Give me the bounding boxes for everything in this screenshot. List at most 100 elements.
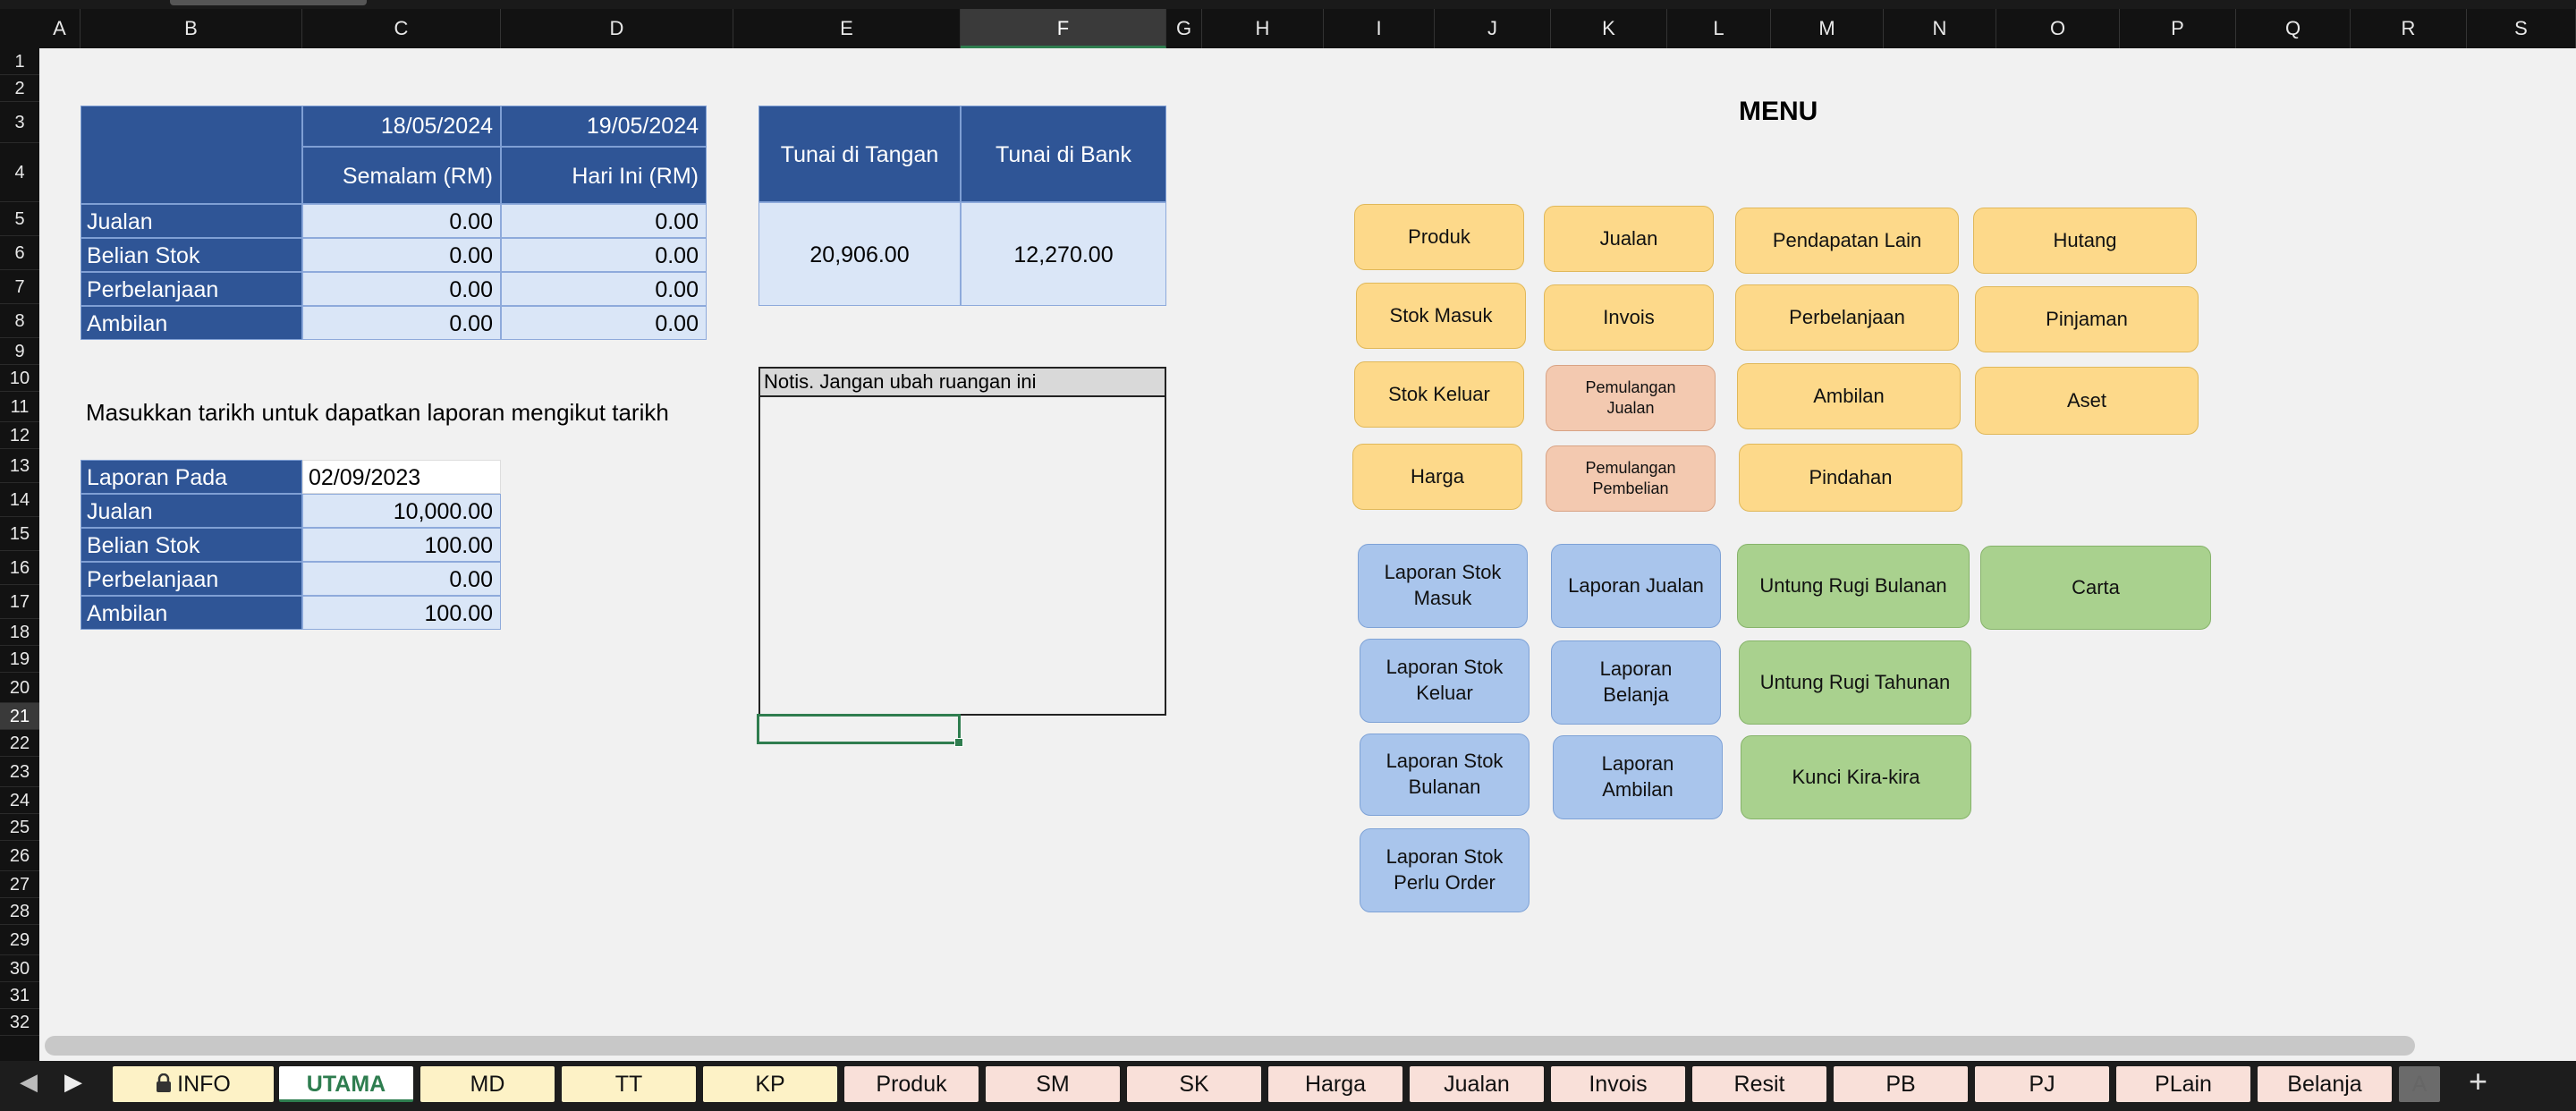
cash-hand-header[interactable]: Tunai di Tangan [758, 106, 961, 202]
summary-date1[interactable]: 18/05/2024 [302, 106, 501, 147]
untung-rugi-tahunan-button[interactable]: Untung Rugi Tahunan [1739, 640, 1971, 725]
column-header-i[interactable]: I [1324, 9, 1435, 48]
report-value[interactable]: 100.00 [302, 528, 501, 562]
summary-label[interactable]: Perbelanjaan [80, 272, 302, 306]
column-header-a[interactable]: A [39, 9, 80, 48]
next-sheet-icon[interactable]: ▶ [64, 1068, 82, 1096]
row-header-7[interactable]: 7 [0, 270, 39, 304]
row-header-27[interactable]: 27 [0, 871, 39, 898]
laporan-stok-masuk-button[interactable]: Laporan Stok Masuk [1358, 544, 1528, 628]
tab-info[interactable]: INFO [113, 1066, 274, 1102]
row-header-2[interactable]: 2 [0, 75, 39, 102]
column-header-e[interactable]: E [733, 9, 961, 48]
report-label[interactable]: Ambilan [80, 596, 302, 630]
tab-pb[interactable]: PB [1834, 1066, 1968, 1102]
summary-header-blank[interactable] [80, 106, 302, 204]
perbelanjaan-button[interactable]: Perbelanjaan [1735, 284, 1959, 351]
fill-handle[interactable] [954, 738, 963, 747]
report-date-input[interactable]: 02/09/2023 [302, 460, 501, 494]
row-header-10[interactable]: 10 [0, 365, 39, 392]
ambilan-button[interactable]: Ambilan [1737, 363, 1961, 429]
untung-rugi-bulanan-button[interactable]: Untung Rugi Bulanan [1737, 544, 1970, 628]
add-sheet-icon[interactable]: + [2469, 1063, 2487, 1100]
row-header-29[interactable]: 29 [0, 925, 39, 955]
summary-label[interactable]: Jualan [80, 204, 302, 238]
report-date-label[interactable]: Laporan Pada [80, 460, 302, 494]
instruction-text[interactable]: Masukkan tarikh untuk dapatkan laporan m… [86, 399, 669, 427]
row-header-19[interactable]: 19 [0, 646, 39, 673]
pemulangan-jualan-button[interactable]: Pemulangan Jualan [1546, 365, 1716, 431]
summary-label[interactable]: Ambilan [80, 306, 302, 340]
harga-button[interactable]: Harga [1352, 444, 1522, 510]
stok-masuk-button[interactable]: Stok Masuk [1356, 283, 1526, 349]
kunci-kira-kira-button[interactable]: Kunci Kira-kira [1741, 735, 1971, 819]
column-header-f[interactable]: F [961, 9, 1166, 48]
summary-col2-header[interactable]: Hari Ini (RM) [501, 147, 707, 204]
laporan-ambilan-button[interactable]: Laporan Ambilan [1553, 735, 1723, 819]
horizontal-scrollbar[interactable] [45, 1036, 2415, 1056]
summary-value[interactable]: 0.00 [501, 204, 707, 238]
summary-value[interactable]: 0.00 [501, 272, 707, 306]
row-header-12[interactable]: 12 [0, 422, 39, 449]
jualan-button[interactable]: Jualan [1544, 206, 1714, 272]
laporan-jualan-button[interactable]: Laporan Jualan [1551, 544, 1721, 628]
column-header-s[interactable]: S [2467, 9, 2576, 48]
laporan-stok-bulanan-button[interactable]: Laporan Stok Bulanan [1360, 734, 1530, 816]
hutang-button[interactable]: Hutang [1973, 208, 2197, 274]
tab-invois[interactable]: Invois [1551, 1066, 1685, 1102]
row-header-5[interactable]: 5 [0, 202, 39, 236]
column-header-n[interactable]: N [1884, 9, 1996, 48]
tab-plain[interactable]: PLain [2116, 1066, 2250, 1102]
summary-col1-header[interactable]: Semalam (RM) [302, 147, 501, 204]
row-header-25[interactable]: 25 [0, 814, 39, 841]
pemulangan-pembelian-button[interactable]: Pemulangan Pembelian [1546, 445, 1716, 512]
row-header-4[interactable]: 4 [0, 143, 39, 202]
summary-date2[interactable]: 19/05/2024 [501, 106, 707, 147]
row-header-22[interactable]: 22 [0, 730, 39, 757]
row-header-9[interactable]: 9 [0, 338, 39, 365]
column-header-p[interactable]: P [2120, 9, 2236, 48]
row-header-18[interactable]: 18 [0, 619, 39, 646]
pindahan-button[interactable]: Pindahan [1739, 444, 1962, 512]
row-header-31[interactable]: 31 [0, 982, 39, 1009]
tab-tt[interactable]: TT [562, 1066, 696, 1102]
column-header-r[interactable]: R [2351, 9, 2467, 48]
row-header-11[interactable]: 11 [0, 392, 39, 422]
laporan-belanja-button[interactable]: Laporan Belanja [1551, 640, 1721, 725]
pendapatan-lain-button[interactable]: Pendapatan Lain [1735, 208, 1959, 274]
row-header-24[interactable]: 24 [0, 787, 39, 814]
row-header-13[interactable]: 13 [0, 449, 39, 483]
tab-jualan[interactable]: Jualan [1410, 1066, 1544, 1102]
row-header-28[interactable]: 28 [0, 898, 39, 925]
summary-value[interactable]: 0.00 [302, 272, 501, 306]
column-header-h[interactable]: H [1202, 9, 1324, 48]
row-header-17[interactable]: 17 [0, 585, 39, 619]
cash-bank-header[interactable]: Tunai di Bank [961, 106, 1166, 202]
tab-belanja[interactable]: Belanja [2258, 1066, 2392, 1102]
column-header-c[interactable]: C [302, 9, 501, 48]
invois-button[interactable]: Invois [1544, 284, 1714, 351]
pinjaman-button[interactable]: Pinjaman [1975, 286, 2199, 352]
report-label[interactable]: Perbelanjaan [80, 562, 302, 596]
cash-bank-value[interactable]: 12,270.00 [961, 202, 1166, 306]
column-header-g[interactable]: G [1166, 9, 1202, 48]
row-header-8[interactable]: 8 [0, 304, 39, 338]
notice-header[interactable]: Notis. Jangan ubah ruangan ini [760, 369, 1165, 397]
summary-value[interactable]: 0.00 [302, 306, 501, 340]
carta-button[interactable]: Carta [1980, 546, 2211, 630]
row-header-3[interactable]: 3 [0, 102, 39, 143]
stok-keluar-button[interactable]: Stok Keluar [1354, 361, 1524, 428]
tab-sm[interactable]: SM [986, 1066, 1120, 1102]
tab-pj[interactable]: PJ [1975, 1066, 2109, 1102]
row-header-16[interactable]: 16 [0, 551, 39, 585]
row-header-32[interactable]: 32 [0, 1009, 39, 1036]
tab-sk[interactable]: SK [1127, 1066, 1261, 1102]
tab-partial[interactable]: A [2399, 1066, 2440, 1102]
report-value[interactable]: 10,000.00 [302, 494, 501, 528]
laporan-stok-perlu-order-button[interactable]: Laporan Stok Perlu Order [1360, 828, 1530, 912]
tab-md[interactable]: MD [420, 1066, 555, 1102]
cash-hand-value[interactable]: 20,906.00 [758, 202, 961, 306]
summary-value[interactable]: 0.00 [302, 238, 501, 272]
summary-value[interactable]: 0.00 [302, 204, 501, 238]
row-header-20[interactable]: 20 [0, 673, 39, 703]
